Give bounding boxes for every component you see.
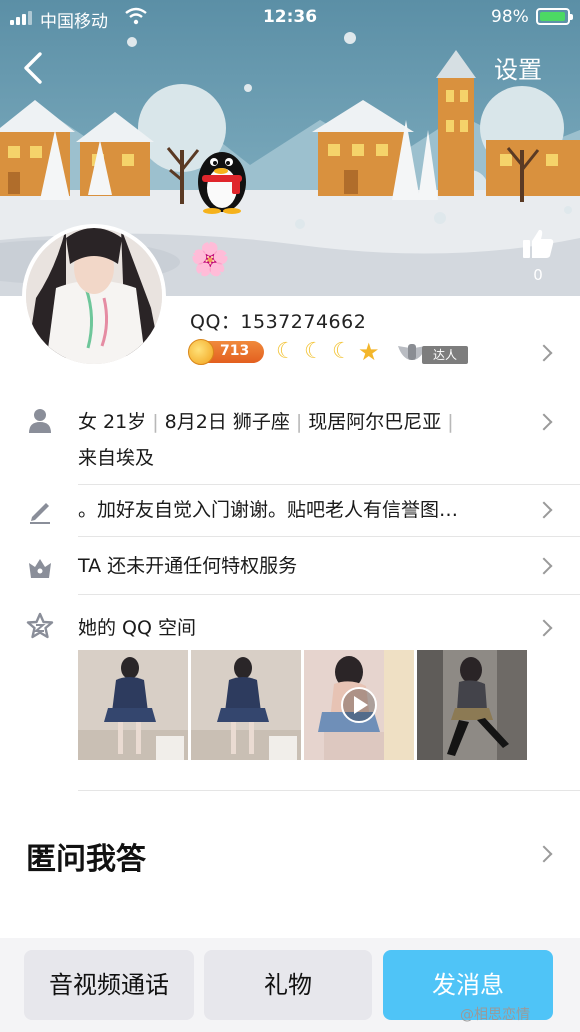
birthday: 8月2日 狮子座 (164, 411, 290, 433)
gender-age: 女 21岁 (78, 411, 147, 433)
qzone-photo[interactable] (191, 650, 301, 760)
signature-text: 。加好友自觉入门谢谢。贴吧老人有信誉图… (78, 499, 459, 521)
signature-row[interactable]: 。加好友自觉入门谢谢。贴吧老人有信誉图… (0, 488, 580, 534)
watermark: @相思恋情 (460, 1007, 530, 1023)
qzone-row[interactable]: 她的 QQ 空间 (0, 606, 580, 652)
chevron-right-icon (535, 501, 553, 519)
qzone-photo[interactable] (417, 650, 527, 760)
location: 现居阿尔巴尼亚 (308, 411, 442, 433)
avatar-photo (26, 228, 162, 364)
divider (78, 536, 580, 537)
basic-info-row[interactable]: 女 21岁 | 8月2日 狮子座 | 现居阿尔巴尼亚 | 来自埃及 (0, 400, 580, 480)
like-button[interactable]: 0 (518, 228, 558, 284)
play-icon (341, 687, 377, 723)
gift-button[interactable]: 礼物 (204, 950, 372, 1020)
coin-count: 713 (220, 343, 250, 359)
qzone-photo-strip[interactable] (78, 650, 528, 760)
thumbs-up-icon (523, 229, 554, 258)
chevron-right-icon (535, 557, 553, 575)
hometown: 来自埃及 (78, 447, 155, 469)
like-count: 0 (533, 266, 543, 284)
qq-number: QQ：1537274662 (190, 311, 367, 333)
crown-icon (29, 559, 51, 578)
anonymous-qa-title[interactable]: 匿问我答 (26, 834, 146, 878)
privilege-text: TA 还未开通任何特权服务 (78, 555, 298, 577)
battery-percent: 98% (491, 7, 529, 27)
divider (78, 790, 580, 791)
badges-row[interactable]: 713 ☾ ☾ ☾ ★ 达人 (188, 338, 553, 370)
person-icon (29, 409, 51, 433)
moon-icon: ☾ (304, 339, 324, 364)
qzone-photo[interactable] (78, 650, 188, 760)
chevron-right-icon[interactable] (535, 845, 553, 863)
qzone-label: 她的 QQ 空间 (78, 617, 196, 639)
video-call-button[interactable]: 音视频通话 (24, 950, 194, 1020)
qzone-star-icon (26, 612, 54, 639)
chevron-right-icon (535, 619, 553, 637)
avatar[interactable] (22, 224, 166, 368)
divider (78, 594, 580, 595)
divider (78, 484, 580, 485)
talent-badge: 达人 (396, 338, 470, 368)
talent-label: 达人 (422, 346, 468, 364)
moon-icon: ☾ (276, 339, 296, 364)
back-chevron-icon[interactable] (14, 48, 54, 88)
battery-fill (540, 12, 566, 21)
chevron-right-icon (535, 344, 553, 362)
coin-badge: 713 (188, 339, 264, 365)
coin-icon (188, 339, 214, 365)
battery-icon (536, 8, 573, 25)
pencil-icon (30, 503, 50, 524)
status-bar: 中国移动 12:36 98% (0, 0, 580, 34)
star-icon: ★ (358, 338, 380, 366)
settings-button[interactable]: 设置 (494, 50, 542, 85)
privilege-row[interactable]: TA 还未开通任何特权服务 (0, 546, 580, 592)
moon-icon: ☾ (332, 339, 352, 364)
flower-icon: 🌸 (190, 240, 230, 278)
qzone-video[interactable] (304, 650, 414, 760)
chevron-right-icon (535, 413, 553, 431)
